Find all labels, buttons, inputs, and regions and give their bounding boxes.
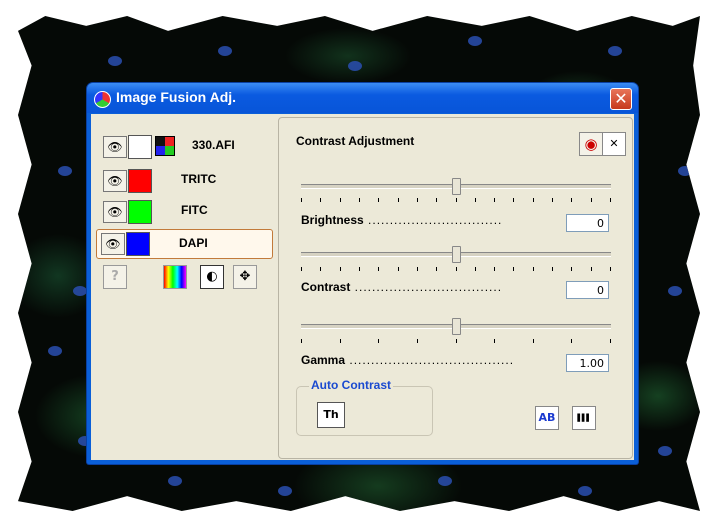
tick-mark [378,198,379,202]
brightness-label: Brightness .............................… [301,213,503,227]
tick-mark [475,198,476,202]
brightness-slider[interactable] [301,178,611,195]
title-bar[interactable]: Image Fusion Adj. ✕ [87,83,638,113]
tick-mark [320,267,321,271]
tick-mark [398,267,399,271]
eye-icon[interactable]: 👁 [103,201,127,223]
app-icon [94,91,111,108]
tick-mark [301,339,302,343]
contrast-slider[interactable] [301,246,611,263]
tick-mark [610,267,611,271]
tick-marks [301,267,611,273]
image-fusion-window: Image Fusion Adj. ✕ 👁 330.AFI 👁 TRITC 👁 … [87,83,638,464]
panel-heading: Contrast Adjustment [296,134,415,148]
tick-mark [436,267,437,271]
tick-mark [610,339,611,343]
tick-mark [494,339,495,343]
tick-mark [320,198,321,202]
tick-mark [456,339,457,343]
ab-button[interactable]: AB [535,406,559,430]
tick-marks [301,339,611,345]
tick-mark [378,339,379,343]
tick-mark [301,198,302,202]
tick-mark [513,267,514,271]
slider-thumb[interactable] [452,318,461,335]
gamma-label: Gamma ..................................… [301,353,515,367]
color-swatch-white[interactable] [128,135,152,159]
window-title: Image Fusion Adj. [116,89,237,105]
gamma-value[interactable]: 1.00 [566,354,609,372]
tick-mark [552,198,553,202]
channel-row-tritc[interactable]: 👁 TRITC [99,167,271,193]
channel-row-fitc[interactable]: 👁 FITC [99,198,271,224]
tick-mark [494,267,495,271]
tick-mark [552,267,553,271]
tick-mark [340,267,341,271]
color-swatch-blue[interactable] [126,232,150,256]
tick-mark [533,267,534,271]
tick-mark [533,198,534,202]
tick-mark [571,198,572,202]
tick-mark [340,339,341,343]
tick-mark [436,198,437,202]
tick-mark [359,267,360,271]
tick-mark [610,198,611,202]
threshold-button[interactable]: Th [317,402,345,428]
contrast-icon[interactable]: ◐ [200,265,224,289]
auto-contrast-label: Auto Contrast [309,378,393,392]
eye-icon[interactable]: 👁 [101,233,125,255]
channel-row-dapi[interactable]: 👁 DAPI [96,229,273,259]
histogram-icon[interactable]: ▌▌▌ [572,406,596,430]
ab-button-label: AB [538,411,556,424]
composite-color-icon[interactable] [155,136,175,156]
gamma-slider[interactable] [301,318,611,335]
tick-mark [359,198,360,202]
color-swatch-red[interactable] [128,169,152,193]
move-icon[interactable]: ✥ [233,265,257,289]
tick-mark [591,198,592,202]
palette-icon[interactable]: ▮ [163,265,187,289]
channel-row-330-afi[interactable]: 👁 330.AFI [99,133,271,159]
tick-mark [417,198,418,202]
close-button[interactable]: ✕ [610,88,632,110]
tick-mark [417,339,418,343]
channel-panel: 👁 330.AFI 👁 TRITC 👁 FITC 👁 DAPI ? ◐ ✥ [91,114,275,460]
channel-label: TRITC [181,172,217,186]
channel-label: 330.AFI [192,138,235,152]
tick-mark [417,267,418,271]
channel-label: DAPI [179,236,208,250]
slider-thumb[interactable] [452,246,461,263]
tick-mark [456,198,457,202]
tick-mark [301,267,302,271]
slider-thumb[interactable] [452,178,461,195]
tick-mark [571,267,572,271]
tick-mark [456,267,457,271]
contrast-label: Contrast ...............................… [301,280,503,294]
target-icon[interactable]: ◉ [579,132,603,156]
window-client: 👁 330.AFI 👁 TRITC 👁 FITC 👁 DAPI ? ◐ ✥ Co… [91,114,634,460]
tick-marks [301,198,611,204]
color-swatch-green[interactable] [128,200,152,224]
eye-icon[interactable]: 👁 [103,170,127,192]
brightness-value[interactable]: 0 [566,214,609,232]
channel-label: FITC [181,203,208,217]
tick-mark [591,267,592,271]
help-icon[interactable]: ? [103,265,127,289]
eye-icon[interactable]: 👁 [103,136,127,158]
tick-mark [513,198,514,202]
contrast-panel: Contrast Adjustment ◉ ✕ Brightness .....… [278,117,633,459]
tick-mark [494,198,495,202]
tick-mark [398,198,399,202]
tick-mark [475,267,476,271]
panel-close-button[interactable]: ✕ [602,132,626,156]
tick-mark [378,267,379,271]
tick-mark [571,339,572,343]
tick-mark [533,339,534,343]
auto-contrast-group: Auto Contrast Th [296,378,433,436]
tick-mark [340,198,341,202]
contrast-value[interactable]: 0 [566,281,609,299]
